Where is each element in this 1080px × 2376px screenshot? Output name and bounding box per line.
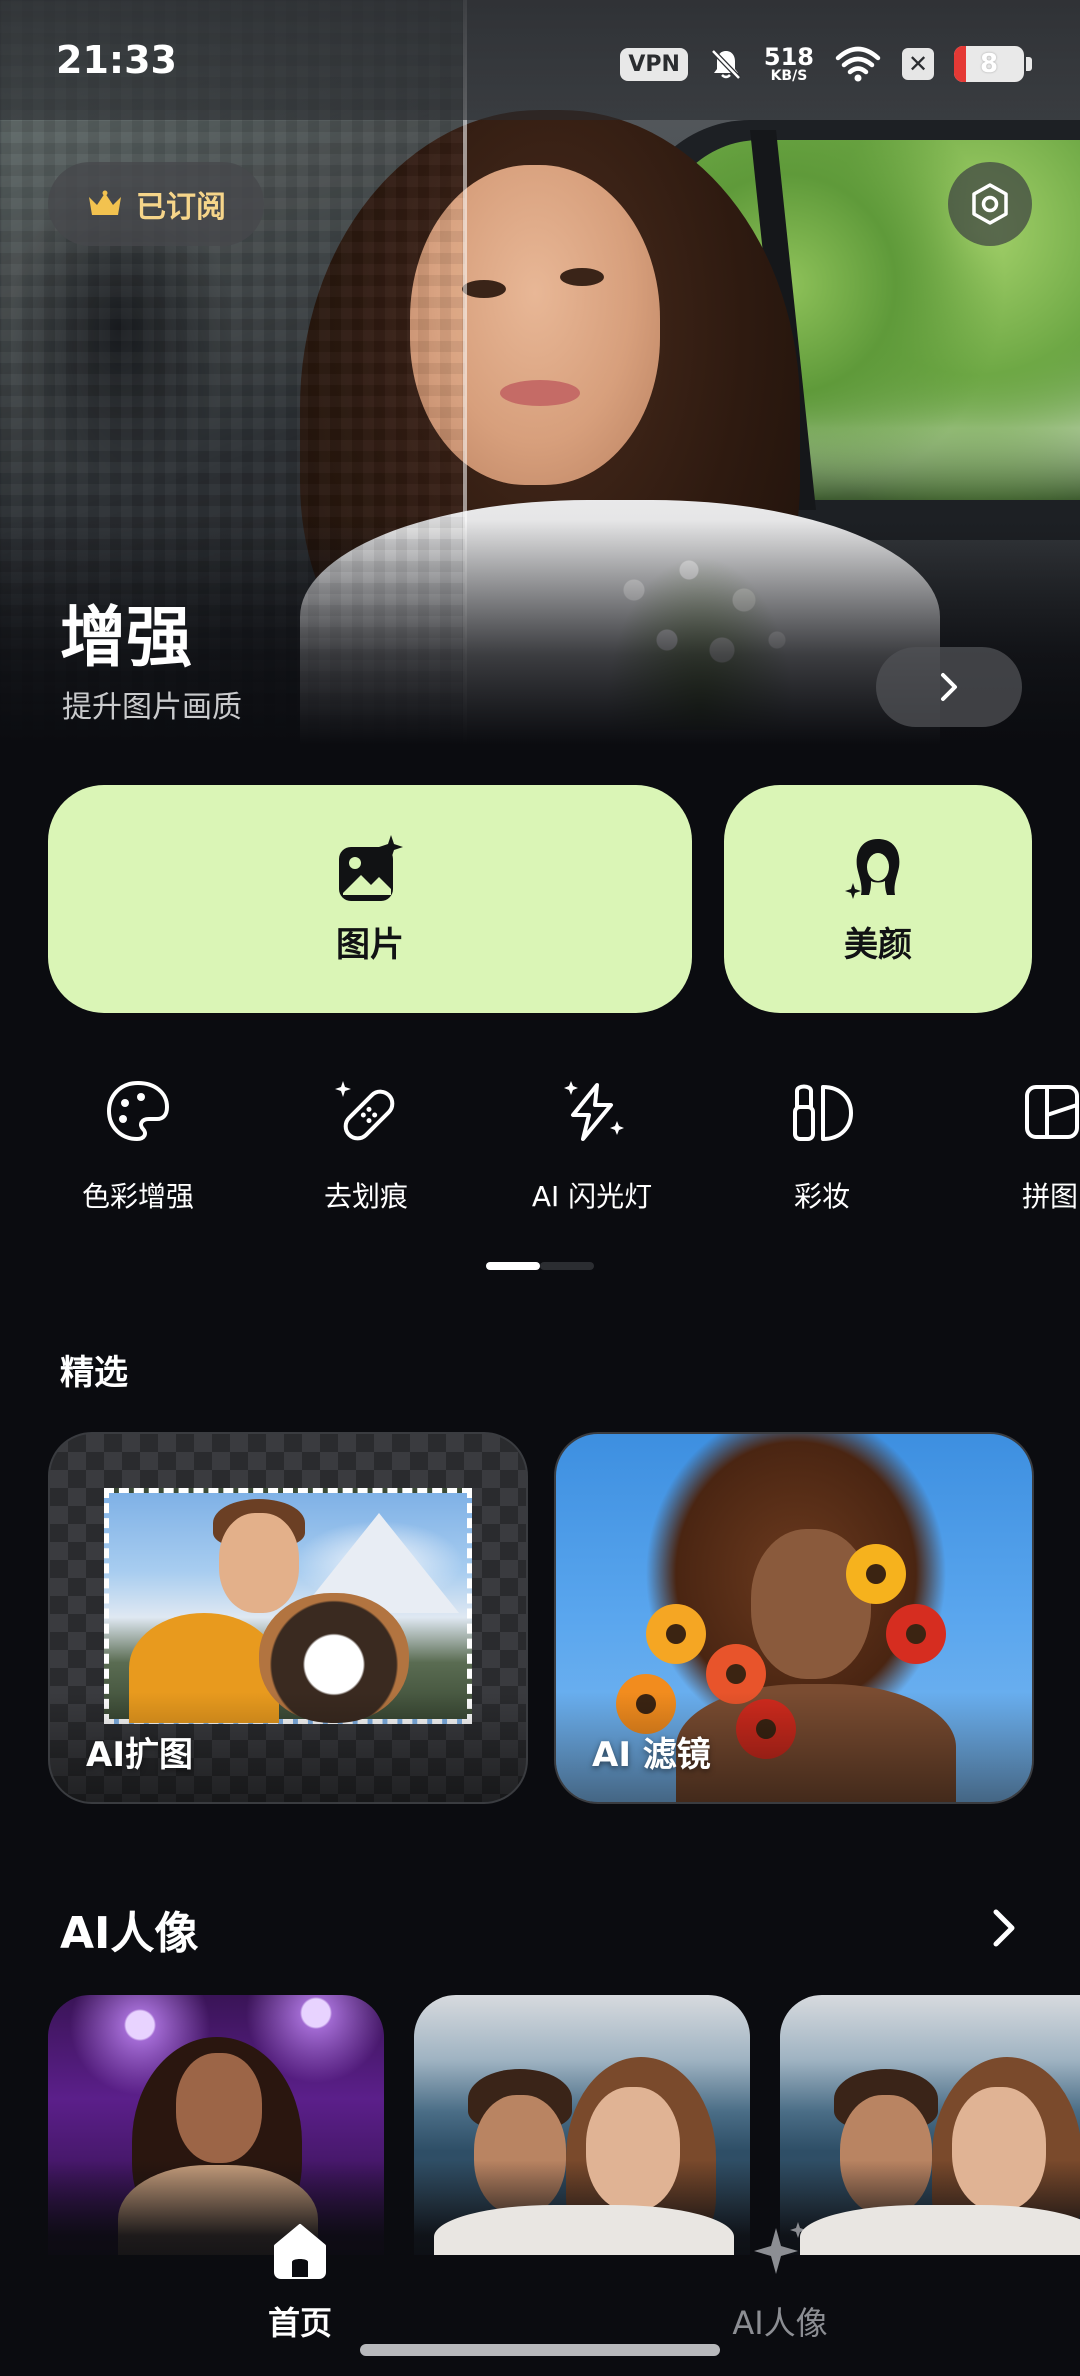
tool-collage[interactable]: 拼图 xyxy=(960,1075,1080,1215)
tool-row[interactable]: 色彩增强 去划痕 AI 闪光灯 彩妆 拼图 xyxy=(0,1075,1080,1245)
filter-preview-face xyxy=(751,1529,871,1679)
nav-home[interactable]: 首页 xyxy=(200,2218,400,2344)
photo-enhance-card[interactable]: 图片 xyxy=(48,785,692,1013)
face-beauty-label: 美颜 xyxy=(844,924,912,965)
vpn-badge: VPN xyxy=(620,47,688,81)
wifi-icon xyxy=(835,46,881,82)
bandage-icon xyxy=(335,1081,395,1141)
home-indicator[interactable] xyxy=(360,2344,720,2356)
featured-card-ai-filter[interactable]: AI 滤镜 xyxy=(554,1432,1034,1804)
network-speed: 518 KB/S xyxy=(764,45,814,83)
status-bar: 21:33 VPN 518 KB/S ✕ 8 xyxy=(0,0,1080,120)
tool-color-enhance-label: 色彩增强 xyxy=(81,1180,194,1213)
subscription-label: 已订阅 xyxy=(136,190,226,225)
hero-next-button[interactable] xyxy=(876,647,1022,727)
chevron-right-icon[interactable] xyxy=(980,1904,1028,1952)
face-beauty-icon xyxy=(845,838,900,899)
preview-person-face xyxy=(219,1513,299,1613)
collage-icon xyxy=(1025,1085,1079,1139)
page-indicator-rest xyxy=(540,1262,594,1270)
portrait-eye-left xyxy=(462,280,506,298)
makeup-icon xyxy=(793,1084,853,1141)
couple-person2-face xyxy=(586,2087,680,2211)
tool-scratch-removal-label: 去划痕 xyxy=(323,1180,408,1213)
flower-4 xyxy=(886,1604,946,1664)
settings-icon xyxy=(972,183,1008,225)
portrait-eye-right xyxy=(560,268,604,286)
couple-person2-face xyxy=(952,2087,1046,2211)
featured-section-title: 精选 xyxy=(60,1353,128,1393)
ai-expand-preview xyxy=(104,1488,472,1724)
portrait-lips xyxy=(500,380,580,406)
nav-ai-portrait-label: AI人像 xyxy=(732,2304,828,2342)
home-icon xyxy=(274,2224,326,2279)
tool-makeup-label: 彩妆 xyxy=(793,1180,850,1213)
ai-portrait-section-title: AI人像 xyxy=(60,1908,199,1959)
tool-color-enhance[interactable]: 色彩增强 xyxy=(48,1075,228,1215)
tool-page-indicator xyxy=(486,1262,594,1270)
battery-indicator: 8 xyxy=(954,46,1024,82)
network-speed-unit: KB/S xyxy=(770,68,808,84)
battery-tip xyxy=(1026,57,1032,71)
photo-enhance-label: 图片 xyxy=(336,924,404,965)
hero-subtitle: 提升图片画质 xyxy=(62,690,242,725)
battery-fill xyxy=(954,46,967,82)
tool-ai-flash-label: AI 闪光灯 xyxy=(531,1180,653,1213)
subscription-badge[interactable]: 已订阅 xyxy=(48,162,264,246)
crown-icon xyxy=(89,190,121,215)
singer-face xyxy=(176,2053,262,2163)
couple-bodies xyxy=(434,2205,734,2255)
settings-button[interactable] xyxy=(948,162,1032,246)
palette-icon xyxy=(107,1081,169,1141)
photo-sparkle-icon xyxy=(339,834,403,901)
featured-card-ai-expand-label: AI扩图 xyxy=(86,1735,193,1775)
page-indicator-active xyxy=(486,1262,540,1270)
tool-scratch-removal[interactable]: 去划痕 xyxy=(276,1075,456,1215)
app-screen: 已订阅 增强 提升图片画质 21:33 VPN 518 KB/S ✕ 8 图片 … xyxy=(0,0,1080,2376)
hero-title: 增强 xyxy=(60,599,192,676)
couple-bodies xyxy=(800,2205,1080,2255)
flash-sparkle-icon xyxy=(564,1081,624,1141)
chevron-right-icon xyxy=(941,673,957,701)
tool-makeup[interactable]: 彩妆 xyxy=(732,1075,912,1215)
nav-home-label: 首页 xyxy=(267,2304,332,2342)
bell-muted-icon xyxy=(711,49,741,80)
featured-card-ai-expand[interactable]: AI扩图 xyxy=(48,1432,528,1804)
featured-card-ai-filter-label: AI 滤镜 xyxy=(592,1735,711,1775)
tool-collage-label: 拼图 xyxy=(1021,1180,1078,1213)
portrait-card-couple-1[interactable] xyxy=(414,1995,750,2255)
face-beauty-card[interactable]: 美颜 xyxy=(724,785,1032,1013)
flower-3 xyxy=(846,1544,906,1604)
network-speed-value: 518 xyxy=(763,43,814,71)
sim-off-icon: ✕ xyxy=(902,48,934,80)
status-icons: VPN 518 KB/S ✕ 8 xyxy=(620,40,1032,88)
status-time: 21:33 xyxy=(56,38,177,82)
tool-ai-flash[interactable]: AI 闪光灯 xyxy=(502,1075,682,1215)
flower-1 xyxy=(646,1604,706,1664)
battery-level: 8 xyxy=(979,49,999,79)
